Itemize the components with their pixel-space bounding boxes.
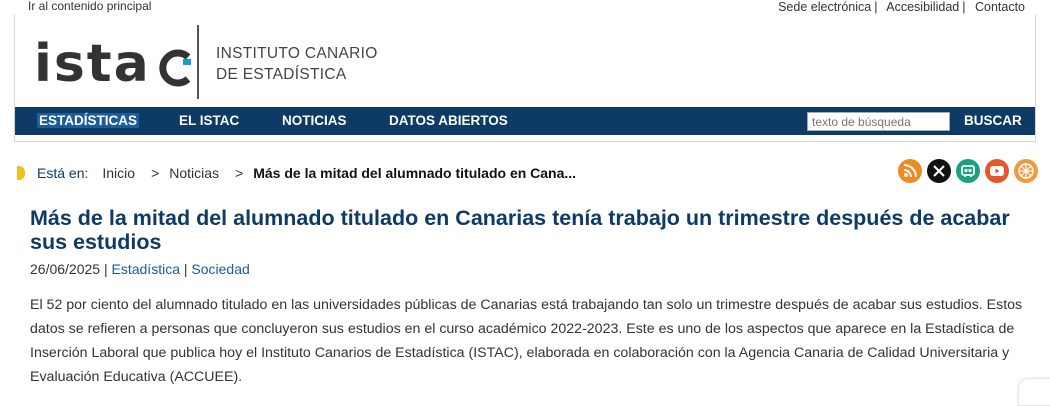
nav-datos-abiertos[interactable]: DATOS ABIERTOS xyxy=(389,113,508,128)
breadcrumb-current: Más de la mitad del alumnado titulado en… xyxy=(253,165,577,181)
nav-el-istac[interactable]: EL ISTAC xyxy=(179,113,239,128)
logo-institution-name: INSTITUTO CANARIO DE ESTADÍSTICA xyxy=(216,45,378,83)
top-links: Sede electrónica | Accesibilidad | Contact… xyxy=(778,0,1025,14)
youtube-icon[interactable] xyxy=(985,159,1009,183)
breadcrumb-noticias[interactable]: Noticias xyxy=(169,165,219,181)
pinwheel-icon[interactable] xyxy=(1014,159,1038,183)
x-icon[interactable] xyxy=(927,159,951,183)
nav-noticias[interactable]: NOTICIAS xyxy=(282,113,347,128)
social-links xyxy=(898,159,1038,183)
breadcrumb-label: Está en: xyxy=(37,165,89,181)
accesibilidad-link[interactable]: Accesibilidad xyxy=(886,0,959,14)
main-navbar: ESTADÍSTICAS EL ISTAC NOTICIAS DATOS ABI… xyxy=(15,107,1035,135)
breadcrumb-inicio[interactable]: Inicio xyxy=(102,165,135,181)
logo-wordmark: istac ista xyxy=(34,38,195,90)
article-meta: 26/06/2025 | Estadística | Sociedad xyxy=(30,261,250,277)
flickr-icon[interactable] xyxy=(956,159,980,183)
istac-logo[interactable]: istac ista xyxy=(34,38,195,90)
article-title: Más de la mitad del alumnado titulado en… xyxy=(30,206,1010,254)
breadcrumb: Está en: Inicio > Noticias > Más de la m… xyxy=(17,165,576,181)
logo-divider xyxy=(197,25,199,99)
category-estadistica-link[interactable]: Estadística xyxy=(112,261,180,277)
skip-to-content-link[interactable]: Ir al contenido principal xyxy=(28,0,151,13)
floating-widget-corner[interactable] xyxy=(1018,378,1050,406)
nav-estadisticas[interactable]: ESTADÍSTICAS xyxy=(37,113,140,128)
search-input[interactable] xyxy=(807,112,950,131)
sede-electronica-link[interactable]: Sede electrónica xyxy=(778,0,871,14)
breadcrumb-marker-icon xyxy=(17,166,25,180)
logo-c-icon xyxy=(159,49,191,87)
category-sociedad-link[interactable]: Sociedad xyxy=(191,261,249,277)
contacto-link[interactable]: Contacto xyxy=(975,0,1025,14)
search-button[interactable]: BUSCAR xyxy=(964,113,1022,128)
article-date: 26/06/2025 xyxy=(30,261,101,277)
article-body: El 52 por ciento del alumnado titulado e… xyxy=(30,297,1023,385)
rss-icon[interactable] xyxy=(898,159,922,183)
